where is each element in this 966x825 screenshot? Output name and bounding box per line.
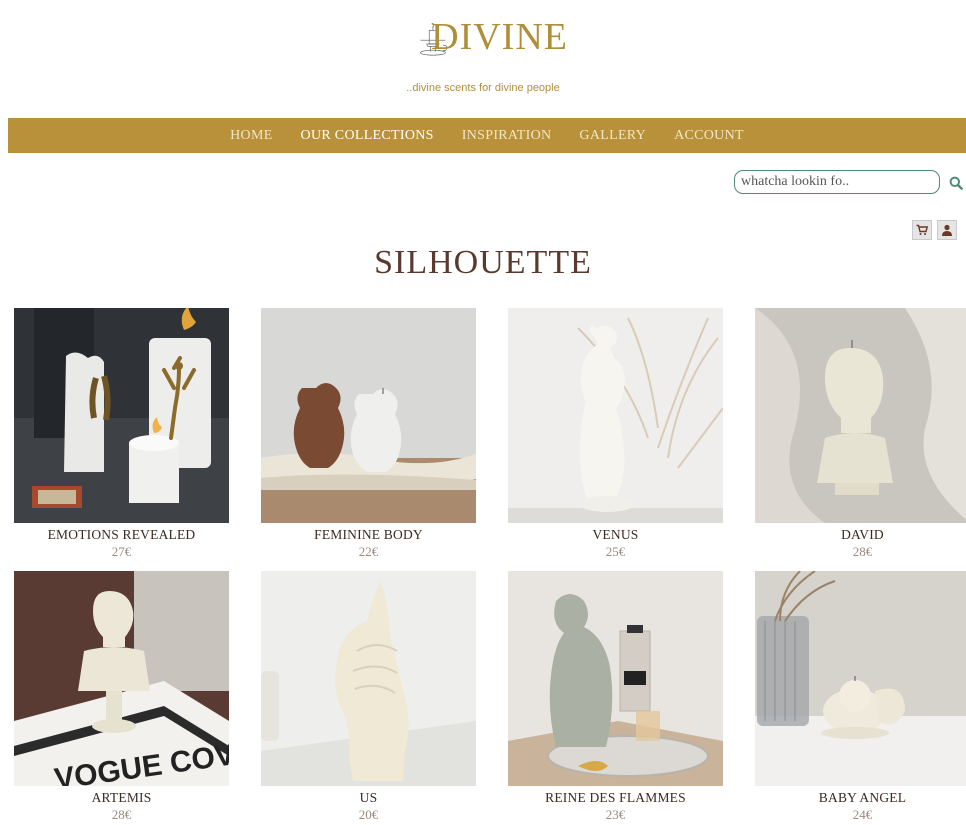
product-card[interactable]: US 20€: [261, 571, 476, 823]
product-image-artemis[interactable]: VOGUE COVE: [14, 571, 229, 786]
logo[interactable]: DIVINE: [418, 10, 568, 68]
product-image-venus[interactable]: [508, 308, 723, 523]
product-name[interactable]: US: [261, 790, 476, 806]
product-price: 23€: [605, 807, 626, 822]
product-price: 24€: [852, 807, 873, 822]
logo-wordmark: DIVINE: [431, 16, 568, 58]
product-card[interactable]: REINE DES FLAMMES 23€: [508, 571, 723, 823]
product-card[interactable]: FEMININE BODY 22€: [261, 308, 476, 560]
product-price: 25€: [605, 544, 626, 559]
product-card[interactable]: BABY ANGEL 24€: [755, 571, 966, 823]
product-price: 20€: [358, 807, 379, 822]
cart-icon: [916, 224, 928, 235]
product-name[interactable]: EMOTIONS REVEALED: [14, 527, 229, 543]
product-card[interactable]: DAVID 28€: [755, 308, 966, 560]
product-price: 28€: [111, 807, 132, 822]
product-name[interactable]: REINE DES FLAMMES: [508, 790, 723, 806]
product-card[interactable]: VENUS 25€: [508, 308, 723, 560]
nav-account[interactable]: ACCOUNT: [674, 128, 744, 144]
product-name[interactable]: VENUS: [508, 527, 723, 543]
nav-gallery[interactable]: GALLERY: [579, 128, 646, 144]
product-card[interactable]: VOGUE COVE ARTEMIS 28€: [14, 571, 229, 823]
product-image-emotions-revealed[interactable]: [14, 308, 229, 523]
product-card[interactable]: EMOTIONS REVEALED 27€: [14, 308, 229, 560]
nav-home[interactable]: HOME: [230, 128, 272, 144]
user-icon: [942, 224, 952, 236]
user-button[interactable]: [937, 220, 957, 240]
product-image-david[interactable]: [755, 308, 966, 523]
collection-title: SILHOUETTE: [374, 244, 592, 281]
site-header: DIVINE ..divine scents for divine people: [0, 0, 966, 118]
product-price: 27€: [111, 544, 132, 559]
search-input[interactable]: [734, 170, 940, 194]
product-price: 22€: [358, 544, 379, 559]
product-image-baby-angel[interactable]: [755, 571, 966, 786]
product-image-reine-des-flammes[interactable]: [508, 571, 723, 786]
product-name[interactable]: ARTEMIS: [14, 790, 229, 806]
cart-button[interactable]: [912, 220, 932, 240]
nav-inspiration[interactable]: INSPIRATION: [462, 128, 552, 144]
product-name[interactable]: BABY ANGEL: [755, 790, 966, 806]
tagline: ..divine scents for divine people: [406, 82, 560, 94]
product-name[interactable]: FEMININE BODY: [261, 527, 476, 543]
nav-our-collections[interactable]: OUR COLLECTIONS: [301, 128, 434, 144]
search-icon[interactable]: [949, 176, 963, 190]
main-nav: HOME OUR COLLECTIONS INSPIRATION GALLERY…: [8, 118, 966, 153]
product-name[interactable]: DAVID: [755, 527, 966, 543]
product-price: 28€: [852, 544, 873, 559]
product-image-us[interactable]: [261, 571, 476, 786]
product-image-feminine-body[interactable]: [261, 308, 476, 523]
